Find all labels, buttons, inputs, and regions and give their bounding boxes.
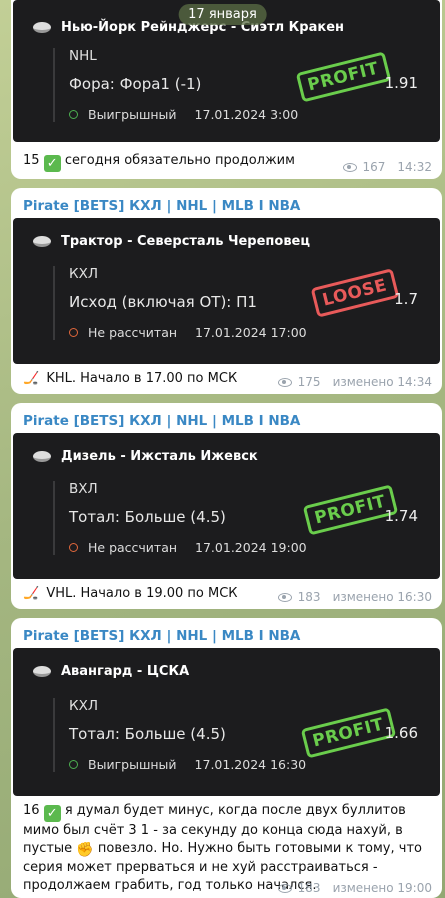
bet-body: КХЛ Исход (включая ОТ): П1 Не рассчитан … (53, 266, 307, 340)
status-dot-icon (69, 110, 78, 119)
match-title: Трактор - Северсталь Череповец (61, 234, 311, 249)
status-label: Не рассчитан (88, 540, 178, 555)
league: КХЛ (69, 698, 98, 714)
bet-card: Дизель - Ижсталь Ижевск ВХЛ Тотал: Больш… (13, 433, 440, 579)
loose-stamp: LOOSE (310, 268, 399, 318)
status-row: Выигрышный 17.01.2024 3:00 (69, 107, 298, 122)
match-header: Дизель - Ижсталь Ижевск (33, 449, 258, 464)
message-meta: 167 14:32 (342, 160, 432, 174)
message-time: изменено 19:00 (332, 881, 432, 895)
caption-text: KHL. Начало в 17.00 по МСК (46, 371, 238, 386)
profit-stamp: PROFIT (295, 51, 391, 103)
hockey-puck-icon (33, 236, 51, 247)
status-label: Выигрышный (88, 107, 177, 122)
match-title: Дизель - Ижсталь Ижевск (61, 449, 258, 464)
views-icon (277, 883, 292, 893)
profit-stamp: PROFIT (302, 484, 398, 536)
views-icon (277, 592, 292, 602)
message-meta: 183 изменено 16:30 (277, 590, 432, 604)
odds: 1.74 (384, 507, 418, 525)
status-label: Не рассчитан (88, 325, 178, 340)
bet-body: КХЛ Тотал: Больше (4.5) Выигрышный 17.01… (53, 698, 306, 772)
fist-emoji-icon: ✊ (76, 841, 94, 858)
bet-type: Тотал: Больше (4.5) (69, 725, 226, 743)
message-time: 14:32 (397, 160, 432, 174)
bet-datetime: 17.01.2024 3:00 (194, 107, 299, 122)
bet-type: Тотал: Больше (4.5) (69, 508, 226, 526)
bet-datetime: 17.01.2024 17:00 (195, 325, 307, 340)
check-mark-icon: ✓ (43, 805, 61, 822)
views-icon (277, 377, 292, 387)
bet-datetime: 17.01.2024 19:00 (195, 540, 307, 555)
league: КХЛ (69, 266, 98, 282)
league: NHL (69, 48, 97, 64)
message-2[interactable]: Pirate [BETS] КХЛ | NHL | MLB I NBA Трак… (11, 188, 442, 394)
bet-card: Трактор - Северсталь Череповец КХЛ Исход… (13, 218, 440, 364)
bet-datetime: 17.01.2024 16:30 (194, 757, 307, 772)
sender-name[interactable]: Pirate [BETS] КХЛ | NHL | MLB I NBA (11, 618, 442, 648)
message-4[interactable]: Pirate [BETS] КХЛ | NHL | MLB I NBA Аван… (11, 618, 442, 898)
bet-type: Исход (включая ОТ): П1 (69, 293, 257, 311)
check-mark-icon: ✓ (43, 155, 61, 172)
caption-number: 15 (23, 153, 40, 168)
hockey-puck-icon (33, 666, 51, 677)
bet-type: Фора: Фора1 (-1) (69, 75, 202, 93)
hockey-puck-icon (33, 22, 51, 33)
odds: 1.91 (384, 74, 418, 92)
date-pill: 17 января (178, 4, 267, 25)
hockey-puck-icon (33, 451, 51, 462)
views-icon (342, 162, 357, 172)
status-dot-icon (69, 328, 78, 337)
message-1[interactable]: Нью-Йорк Рейнджерс - Сиэтл Кракен NHL Фо… (11, 0, 442, 179)
match-header: Трактор - Северсталь Череповец (33, 234, 310, 249)
views-count: 183 (297, 590, 321, 604)
odds: 1.66 (384, 724, 418, 742)
caption-text: VHL. Начало в 19.00 по МСК (46, 586, 238, 601)
bet-body: NHL Фора: Фора1 (-1) Выигрышный 17.01.20… (53, 48, 298, 122)
message-time: изменено 16:30 (332, 590, 432, 604)
message-3[interactable]: Pirate [BETS] КХЛ | NHL | MLB I NBA Дизе… (11, 403, 442, 609)
views-count: 175 (297, 375, 321, 389)
status-dot-icon (69, 760, 78, 769)
hockey-stick-icon: 🏒 (23, 371, 40, 386)
profit-stamp: PROFIT (300, 707, 396, 759)
message-time: изменено 14:34 (332, 375, 432, 389)
status-row: Не рассчитан 17.01.2024 17:00 (69, 325, 307, 340)
league: ВХЛ (69, 481, 98, 497)
views-count: 183 (297, 881, 321, 895)
status-label: Выигрышный (88, 757, 177, 772)
match-title: Авангард - ЦСКА (61, 664, 190, 679)
caption-text: сегодня обязательно продолжим (64, 153, 295, 168)
bet-card: Авангард - ЦСКА КХЛ Тотал: Больше (4.5) … (13, 648, 440, 796)
status-row: Выигрышный 17.01.2024 16:30 (69, 757, 306, 772)
message-meta: 183 изменено 19:00 (277, 881, 432, 895)
hockey-stick-icon: 🏒 (23, 586, 40, 601)
sender-name[interactable]: Pirate [BETS] КХЛ | NHL | MLB I NBA (11, 188, 442, 218)
sender-name[interactable]: Pirate [BETS] КХЛ | NHL | MLB I NBA (11, 403, 442, 433)
match-header: Авангард - ЦСКА (33, 664, 189, 679)
views-count: 167 (362, 160, 386, 174)
status-row: Не рассчитан 17.01.2024 19:00 (69, 540, 307, 555)
bet-body: ВХЛ Тотал: Больше (4.5) Не рассчитан 17.… (53, 481, 307, 555)
odds: 1.7 (394, 290, 418, 308)
caption-number: 16 (23, 803, 40, 818)
message-meta: 175 изменено 14:34 (277, 375, 432, 389)
status-dot-icon (69, 543, 78, 552)
